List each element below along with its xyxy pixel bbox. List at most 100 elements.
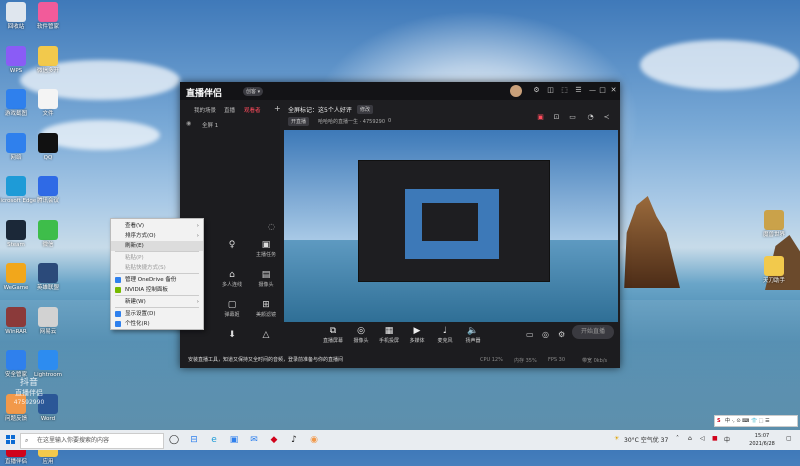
sidebar-tool[interactable]: ▢ 弹幕姬 [218,300,246,318]
menu-item[interactable]: 查看(V) › [111,221,203,231]
gear-icon[interactable]: ⚙ [558,330,565,339]
status-item: FPS 30 [548,357,566,363]
windows-start-icon[interactable] [6,435,16,445]
desktop-icon[interactable]: Lightroom [26,350,70,379]
add-scene-icon[interactable]: + [274,104,281,113]
app-icon [38,132,58,153]
volume-icon[interactable]: ◁ [700,435,705,442]
tiktok-icon[interactable]: ♪ [288,434,300,446]
notice-text: 安装直播工具，知道又保持又全时间的音频，登录前准备与你的直播间 [188,357,344,363]
sidebar-tool[interactable]: ▣ 主播任务 [252,240,280,258]
lock-icon[interactable]: ⊡ [552,113,561,122]
control-button[interactable]: ⧉ 直播屏幕 [320,326,346,344]
edge-icon[interactable]: e [208,434,220,446]
sidebar-tool[interactable]: ⬇ [218,330,246,341]
screen-icon[interactable]: ⬚ [560,86,569,95]
control-button[interactable]: ♩ 麦克风 [432,326,458,344]
menu-item[interactable]: 新建(W) › [111,297,203,307]
sidebar-tool[interactable]: ⊞ 美颜滤镜 [252,300,280,318]
gift-icon[interactable]: ▣ [536,113,545,122]
weather-text[interactable]: 30°C 空气优 37 [624,435,668,444]
tray-app-icon[interactable]: ■ [712,435,718,442]
control-label: 摄像头 [353,338,369,344]
tray-expand-icon[interactable]: ˄ [676,435,679,442]
widgets-icon[interactable]: ⊟ [188,434,200,446]
desktop-icon[interactable]: 英雄联盟 [26,263,70,292]
app-icon [6,45,26,66]
search-input[interactable]: ⌕ 在这里输入你要搜索的内容 [20,433,164,449]
menu-item-label: 刷新(E) [125,243,144,249]
menu-item[interactable]: 刷新(E) [111,241,203,251]
edit-title-button[interactable]: 修改 [357,105,374,114]
desktop-icon[interactable]: QQ [26,132,70,162]
menu-icon[interactable]: ☰ [574,86,583,95]
menu-item[interactable]: 粘贴(P) [111,253,203,263]
ime-toolbar[interactable]: S 中 ·, ⊙ ⌨ 👕 ⬚ ☰ [714,415,798,427]
desktop-icon-label: 网易云 [39,328,57,335]
maximize-button[interactable]: □ [598,86,607,95]
scene-item-label[interactable]: 全屏 1 [202,121,218,129]
menu-item[interactable]: 显示设置(D) [111,309,203,319]
menu-separator [115,251,199,252]
record-icon[interactable]: ▭ [526,330,534,339]
desktop-icon-label: QQ [43,154,53,161]
desktop-icon-label: 微信 [42,241,54,248]
sidebar-tool[interactable]: ▤ 摄像头 [252,270,280,288]
desktop-icon-label: Word [40,415,56,422]
refresh-icon[interactable]: ◌ [268,222,275,231]
version-badge[interactable]: 创客 ▾ [243,87,264,96]
desktop-icon[interactable]: 微信 [26,219,70,249]
menu-item[interactable]: NVIDIA 控制面板 [111,285,203,295]
control-button[interactable]: 🔈 扬声器 [460,326,486,344]
settings-icon[interactable]: ⚙ [532,86,541,95]
sidebar-tool[interactable]: △ [252,330,280,341]
ime-lang-icon[interactable]: 中 [724,435,730,444]
clock[interactable]: 15:07 2021/6/28 [740,432,784,448]
desktop-icon[interactable]: 文件 [26,89,70,118]
sidebar-tool-icon: ▤ [261,270,271,280]
eye-icon[interactable]: ◉ [186,120,191,127]
control-button[interactable]: ▶ 多媒体 [404,326,430,344]
desktop-icon[interactable]: 微信多开 [26,45,70,75]
network-icon[interactable]: ⌂ [688,435,692,442]
start-live-button[interactable]: 开始直播 [572,325,614,339]
control-button[interactable]: ◎ 摄像头 [348,326,374,344]
avatar[interactable] [510,85,522,97]
category-tag[interactable]: 开直播 [288,117,310,126]
menu-item[interactable]: 粘贴快捷方式(S) [111,263,203,273]
stream-preview[interactable] [284,130,618,322]
sidebar-tool[interactable]: ⌂ 多人连线 [218,270,246,288]
menu-item[interactable]: 排序方式(O) › [111,231,203,241]
ime-logo-icon: S [717,418,721,424]
desktop-icon[interactable]: 天刀助手 [752,256,796,285]
chat-icon[interactable]: ▭ [568,113,577,122]
mute-icon[interactable]: ◎ [542,330,549,339]
desktop-icon[interactable]: 魔兽世界 [752,210,796,239]
share-icon[interactable]: ≺ [602,113,611,122]
live-companion-icon[interactable]: ◉ [308,434,320,446]
sidebar-tool-icon: ⊞ [262,300,270,310]
desktop-icon[interactable]: 软件管家 [26,2,70,31]
bell-icon[interactable]: ◔ [586,113,595,122]
close-button[interactable]: ✕ [609,86,618,95]
app-red-icon[interactable]: ◆ [268,434,280,446]
tab-my-scenes[interactable]: 我的场景 [194,106,216,114]
tab-live[interactable]: 直播 [224,106,235,114]
live-companion-window: 直播伴侣 创客 ▾ ⚙ ◫ ⬚ ☰ — □ ✕ 我的场景 直播 观看者 + ◉ … [180,82,620,368]
notification-icon[interactable]: ▢ [786,435,792,442]
control-icon: ⧉ [329,326,337,336]
store-icon[interactable]: ▣ [228,434,240,446]
desktop-icon[interactable]: 腾讯会议 [26,176,70,205]
tab-viewers[interactable]: 观看者 [244,106,261,114]
minimize-button[interactable]: — [588,86,597,95]
title-bar[interactable]: 直播伴侣 创客 ▾ ⚙ ◫ ⬚ ☰ — □ ✕ [180,82,620,100]
sidebar-tool[interactable]: ♀ [218,240,246,251]
task-view-icon[interactable]: ◯ [168,434,180,446]
mail-icon[interactable]: ✉ [248,434,260,446]
control-button[interactable]: ▦ 手机投屏 [376,326,402,344]
menu-item[interactable]: 个性化(R) [111,319,203,329]
layout-icon[interactable]: ◫ [546,86,555,95]
menu-item[interactable]: 管理 OneDrive 备份 [111,275,203,285]
desktop-icon[interactable]: 网易云 [26,306,70,336]
app-icon [6,263,26,283]
